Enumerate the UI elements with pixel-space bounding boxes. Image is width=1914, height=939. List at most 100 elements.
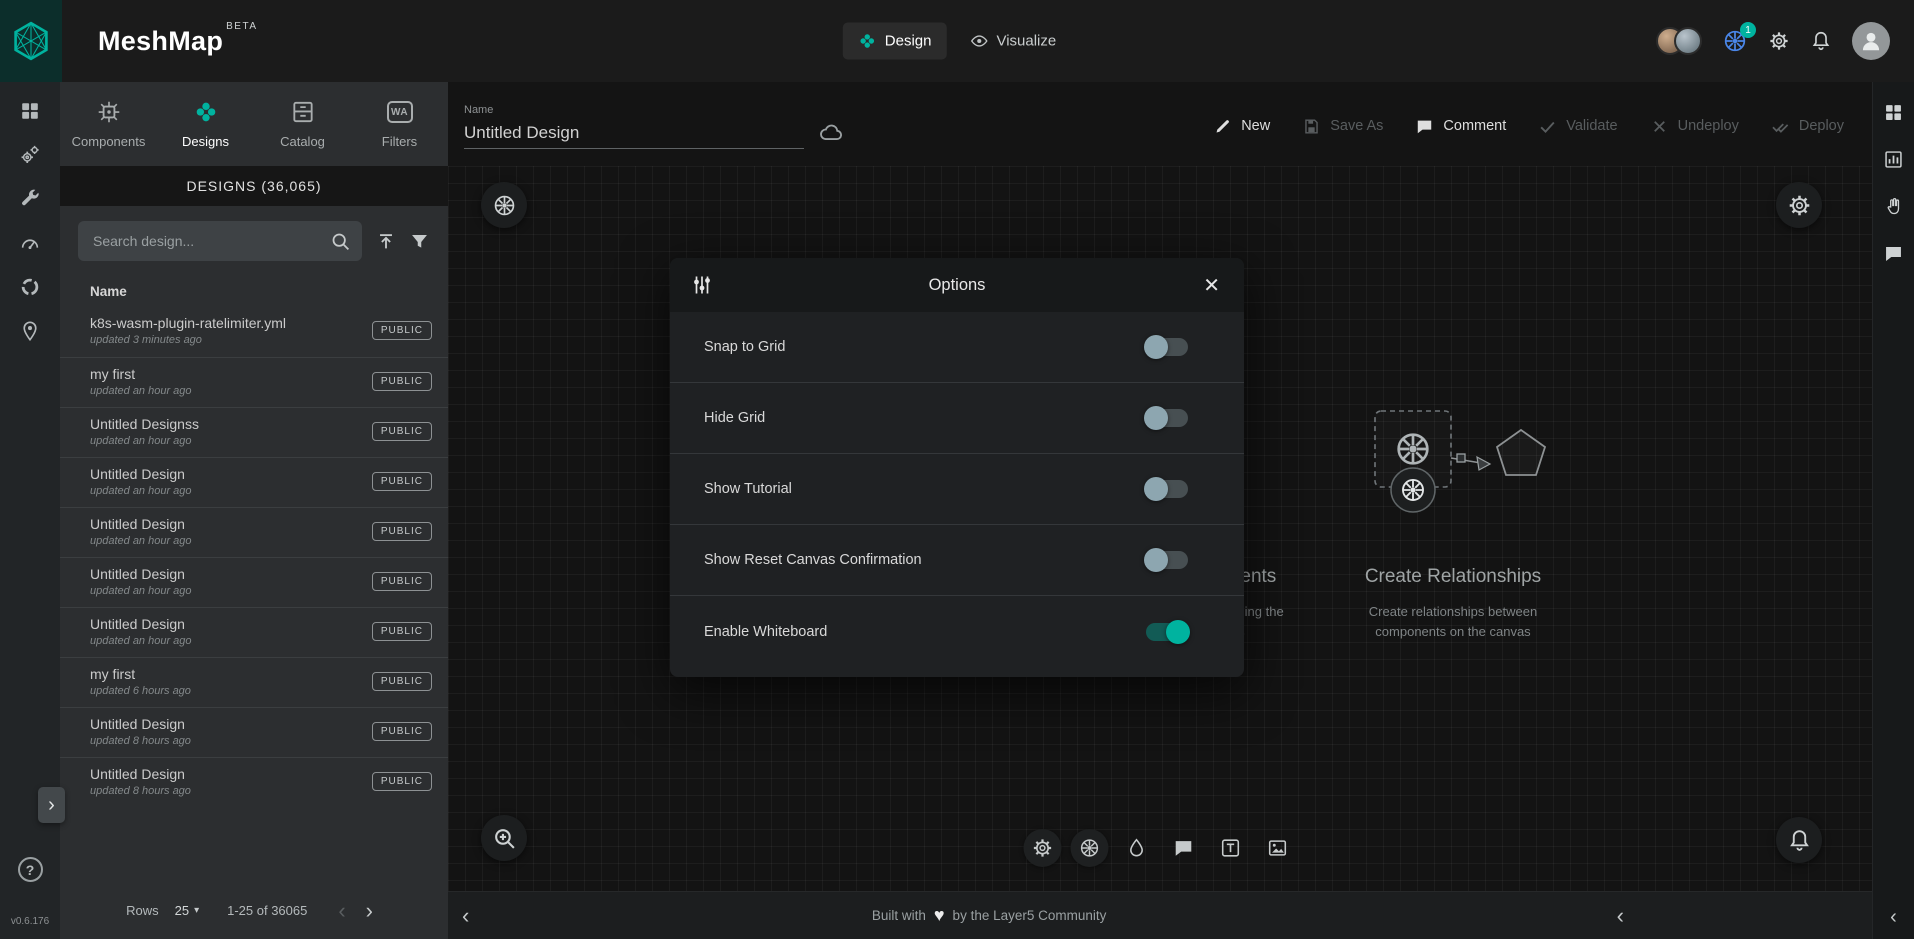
option-toggle[interactable] bbox=[1146, 551, 1188, 569]
option-toggle[interactable] bbox=[1146, 409, 1188, 427]
comment-icon bbox=[1415, 117, 1434, 136]
design-icon bbox=[858, 32, 877, 51]
design-list-item[interactable]: k8s-wasm-plugin-ratelimiter.yml updated … bbox=[60, 307, 448, 357]
footer-text: Built with ♥ by the Layer5 Community bbox=[872, 905, 1107, 926]
design-canvas[interactable]: Drag & Drop Components Design your deplo… bbox=[448, 166, 1872, 891]
prev-page-button[interactable]: ‹ bbox=[331, 900, 352, 922]
help-button[interactable]: ? bbox=[18, 857, 43, 882]
meshmap-pin-icon[interactable] bbox=[19, 320, 41, 342]
design-list-item[interactable]: Untitled Design updated an hour ago PUBL… bbox=[60, 507, 448, 557]
design-name-input[interactable] bbox=[464, 123, 804, 143]
design-list-item[interactable]: Untitled Design updated 8 hours ago PUBL… bbox=[60, 757, 448, 807]
toggle-knob bbox=[1144, 406, 1168, 430]
pagination-range: 1-25 of 36065 bbox=[227, 903, 307, 918]
deploy-button[interactable]: Deploy bbox=[1771, 117, 1844, 136]
design-list-item[interactable]: Untitled Design updated 8 hours ago PUBL… bbox=[60, 707, 448, 757]
component-config-tool-button[interactable] bbox=[1024, 829, 1062, 867]
analytics-icon[interactable] bbox=[1883, 149, 1904, 170]
layer5-mesh-icon bbox=[10, 20, 52, 62]
pagination: Rows 25 ▾ 1-25 of 36065 ‹ › bbox=[60, 881, 448, 939]
tab-components[interactable]: Components bbox=[60, 82, 157, 166]
design-visibility-badge: PUBLIC bbox=[372, 422, 432, 441]
design-list-item[interactable]: Untitled Design updated an hour ago PUBL… bbox=[60, 607, 448, 657]
comment-button[interactable]: Comment bbox=[1415, 117, 1506, 136]
meshmap-app: MeshMapBETA Design Visualize 1 bbox=[0, 0, 1914, 939]
app-header: MeshMapBETA Design Visualize 1 bbox=[0, 0, 1914, 82]
next-page-button[interactable]: › bbox=[359, 900, 380, 922]
shapes-tool-button[interactable] bbox=[1118, 829, 1156, 867]
collapse-right-drawer-button[interactable]: ‹ bbox=[1609, 903, 1632, 929]
extensions-icon[interactable] bbox=[19, 276, 41, 298]
notification-center-button[interactable] bbox=[1776, 817, 1822, 863]
kubernetes-quick-button[interactable] bbox=[481, 182, 527, 228]
settings-button[interactable] bbox=[1768, 30, 1790, 52]
collaborator-avatars[interactable] bbox=[1656, 27, 1702, 55]
notifications-button[interactable] bbox=[1810, 30, 1832, 52]
dashboard-icon[interactable] bbox=[19, 100, 41, 122]
wasm-filters-icon: WA bbox=[387, 99, 413, 125]
lifecycle-icon[interactable] bbox=[19, 144, 41, 166]
collapse-right-rail-button[interactable]: ‹ bbox=[1890, 906, 1897, 929]
user-avatar[interactable] bbox=[1852, 22, 1890, 60]
tab-catalog[interactable]: Catalog bbox=[254, 82, 351, 166]
validate-button[interactable]: Validate bbox=[1538, 117, 1617, 136]
filter-icon[interactable] bbox=[409, 231, 430, 252]
designs-panel: Components Designs Catalog WA Filters DE… bbox=[60, 82, 448, 939]
text-tool-button[interactable] bbox=[1212, 829, 1250, 867]
undeploy-button[interactable]: Undeploy bbox=[1650, 117, 1739, 136]
cross-icon bbox=[1650, 117, 1669, 136]
zoom-button[interactable] bbox=[481, 815, 527, 861]
design-list-item[interactable]: my first updated an hour ago PUBLIC bbox=[60, 357, 448, 407]
option-label: Show Tutorial bbox=[704, 481, 792, 497]
collaborator-avatar[interactable] bbox=[1674, 27, 1702, 55]
close-modal-button[interactable]: ✕ bbox=[1199, 269, 1224, 302]
person-icon bbox=[1858, 28, 1884, 54]
widgets-icon[interactable] bbox=[1883, 102, 1904, 123]
comment-tool-button[interactable] bbox=[1165, 829, 1203, 867]
comments-icon[interactable] bbox=[1883, 243, 1904, 264]
design-visibility-badge: PUBLIC bbox=[372, 321, 432, 340]
visualize-mode-button[interactable]: Visualize bbox=[954, 23, 1071, 60]
comment-icon bbox=[1173, 837, 1195, 859]
hand-interact-icon[interactable] bbox=[1883, 196, 1904, 217]
kubernetes-tool-button[interactable] bbox=[1071, 829, 1109, 867]
layer5-logo[interactable] bbox=[0, 0, 62, 82]
performance-icon[interactable] bbox=[19, 232, 41, 254]
collapse-left-panel-button[interactable]: ‹ bbox=[454, 903, 477, 929]
design-actions: New Save As Comment Validate Undeploy bbox=[1213, 117, 1844, 136]
tune-icon bbox=[690, 273, 714, 297]
kubernetes-context-button[interactable]: 1 bbox=[1722, 28, 1748, 54]
new-button[interactable]: New bbox=[1213, 117, 1270, 136]
rows-per-page-select[interactable]: 25 ▾ bbox=[175, 903, 200, 918]
search-box[interactable] bbox=[78, 221, 362, 261]
expand-nav-button[interactable]: › bbox=[38, 787, 65, 823]
option-row: Show Reset Canvas Confirmation bbox=[670, 525, 1244, 596]
canvas-tool-dock bbox=[1024, 829, 1297, 867]
tab-filters[interactable]: WA Filters bbox=[351, 82, 448, 166]
save-as-button[interactable]: Save As bbox=[1302, 117, 1383, 136]
design-list-item[interactable]: Untitled Design updated an hour ago PUBL… bbox=[60, 557, 448, 607]
configuration-icon[interactable] bbox=[19, 188, 41, 210]
option-row: Hide Grid bbox=[670, 383, 1244, 454]
canvas-options-button[interactable] bbox=[1776, 182, 1822, 228]
header-right: 1 bbox=[1656, 22, 1914, 60]
option-toggle[interactable] bbox=[1146, 623, 1188, 641]
tab-designs[interactable]: Designs bbox=[157, 82, 254, 166]
design-mode-button[interactable]: Design bbox=[843, 23, 947, 60]
cloud-sync-icon[interactable] bbox=[818, 119, 844, 145]
option-toggle[interactable] bbox=[1146, 338, 1188, 356]
option-toggle[interactable] bbox=[1146, 480, 1188, 498]
workspace: Name New Save As Comment bbox=[448, 82, 1872, 939]
upload-design-icon[interactable] bbox=[375, 231, 396, 252]
design-list-item[interactable]: Untitled Designss updated an hour ago PU… bbox=[60, 407, 448, 457]
search-icon[interactable] bbox=[330, 231, 351, 252]
gear-icon bbox=[1768, 30, 1790, 52]
media-tool-button[interactable] bbox=[1259, 829, 1297, 867]
search-input[interactable] bbox=[93, 233, 322, 249]
design-list-item[interactable]: Untitled Design updated an hour ago PUBL… bbox=[60, 457, 448, 507]
options-modal-header: Options ✕ bbox=[670, 258, 1244, 312]
toggle-knob bbox=[1144, 548, 1168, 572]
create-relationships-hint: Create Relationships Create relationship… bbox=[1293, 408, 1613, 642]
option-label: Enable Whiteboard bbox=[704, 624, 827, 640]
design-list-item[interactable]: my first updated 6 hours ago PUBLIC bbox=[60, 657, 448, 707]
